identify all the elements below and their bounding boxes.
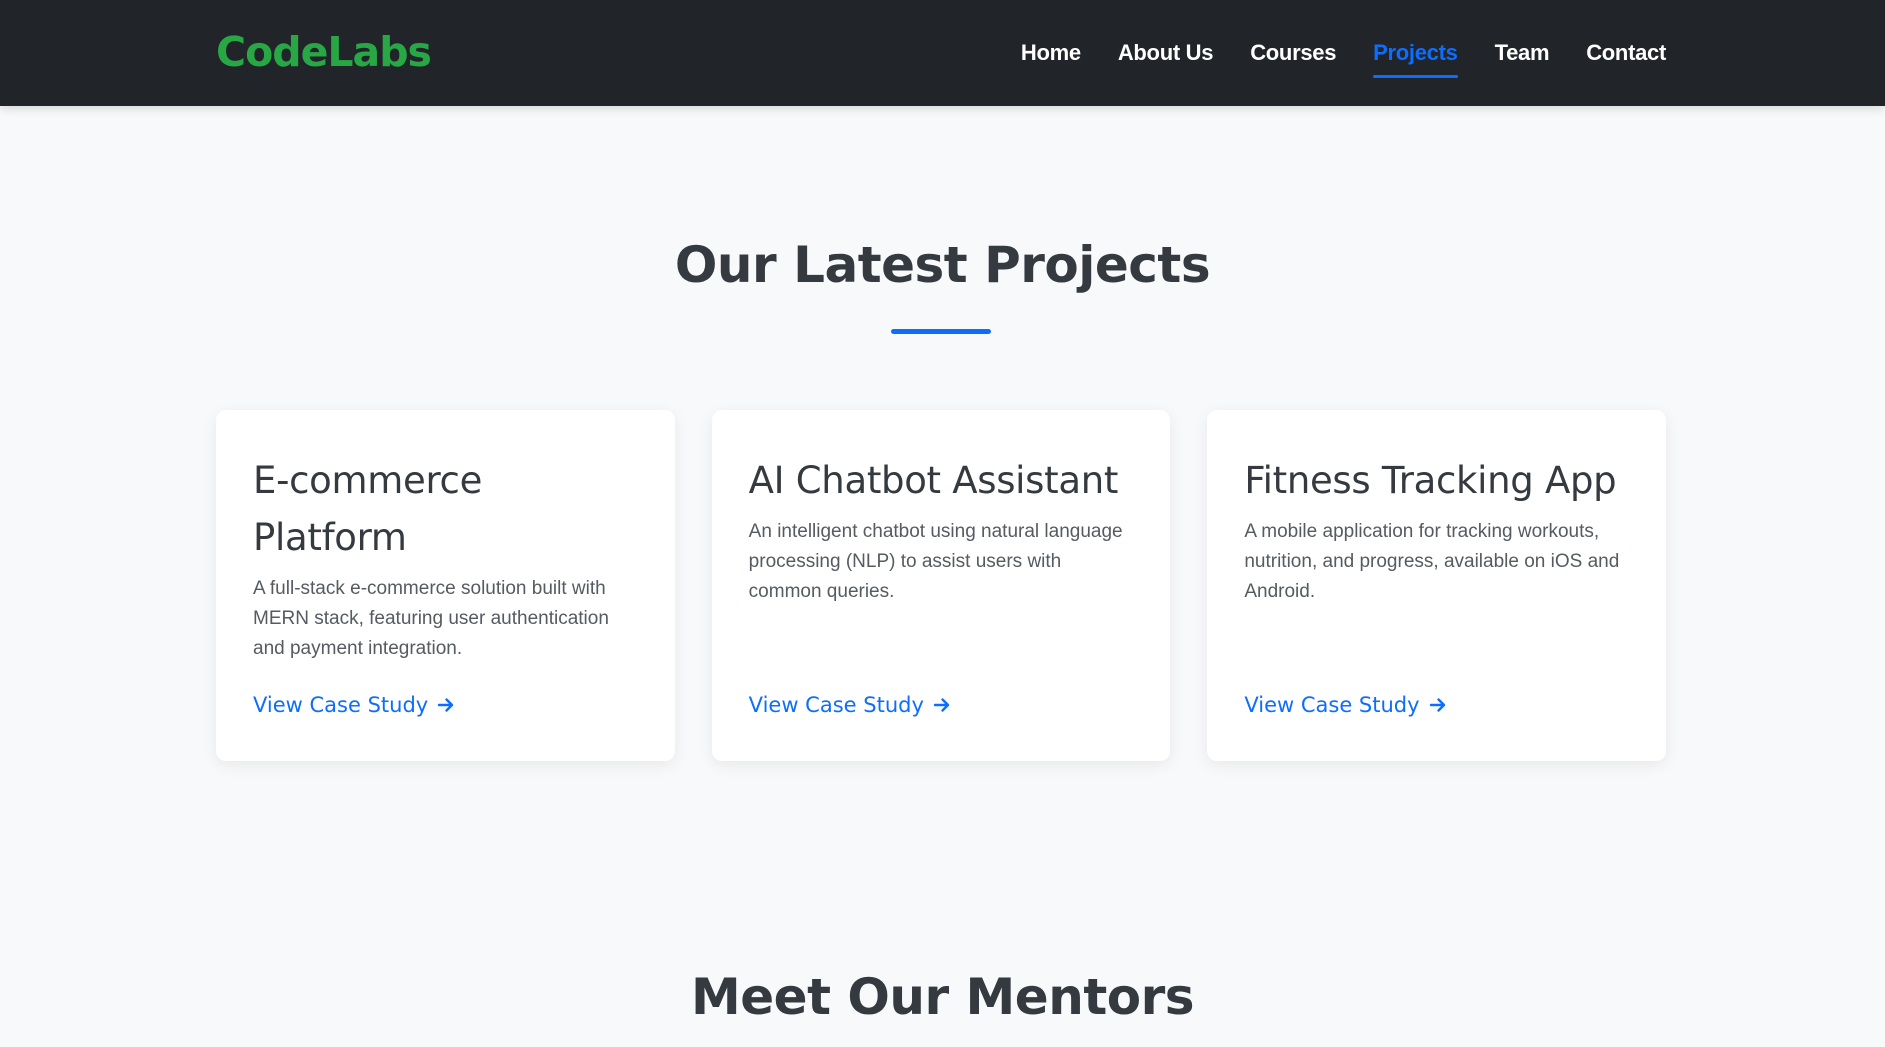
view-case-study-label: View Case Study	[253, 693, 429, 717]
nav-link-home[interactable]: Home	[1021, 34, 1081, 72]
arrow-right-icon	[436, 695, 456, 715]
project-card: AI Chatbot Assistant An intelligent chat…	[711, 410, 1171, 761]
project-card: Fitness Tracking App A mobile applicatio…	[1207, 410, 1667, 761]
projects-grid: E-commerce Platform A full-stack e-comme…	[216, 410, 1667, 761]
arrow-right-icon	[932, 695, 952, 715]
mentors-section-title: Meet Our Mentors	[691, 968, 1195, 1026]
navbar: CodeLabs Home About Us Courses Projects …	[0, 0, 1885, 106]
view-case-study-link[interactable]: View Case Study	[749, 693, 952, 717]
project-card-description: A mobile application for tracking workou…	[1244, 521, 1620, 602]
project-card-description: A full-stack e-commerce solution built w…	[253, 578, 609, 659]
main-nav: Home About Us Courses Projects Team Cont…	[1021, 0, 1666, 106]
project-card: E-commerce Platform A full-stack e-comme…	[216, 410, 675, 761]
project-card-description: An intelligent chatbot using natural lan…	[748, 521, 1123, 602]
projects-section-title: Our Latest Projects	[674, 236, 1211, 294]
nav-link-team[interactable]: Team	[1495, 34, 1550, 72]
view-case-study-label: View Case Study	[1244, 693, 1420, 717]
view-case-study-link[interactable]: View Case Study	[1244, 693, 1447, 717]
nav-link-projects[interactable]: Projects	[1373, 34, 1458, 78]
view-case-study-link[interactable]: View Case Study	[253, 693, 456, 717]
nav-link-about-us[interactable]: About Us	[1118, 34, 1214, 72]
nav-link-contact[interactable]: Contact	[1586, 34, 1666, 72]
title-underline	[891, 329, 991, 334]
project-card-title: Fitness Tracking App	[1244, 459, 1617, 502]
project-card-title: AI Chatbot Assistant	[748, 459, 1119, 502]
nav-link-courses[interactable]: Courses	[1250, 34, 1336, 72]
arrow-right-icon	[1428, 695, 1448, 715]
brand-logo[interactable]: CodeLabs	[216, 24, 432, 80]
project-card-title: E-commerce Platform	[253, 459, 483, 559]
view-case-study-label: View Case Study	[748, 693, 924, 717]
